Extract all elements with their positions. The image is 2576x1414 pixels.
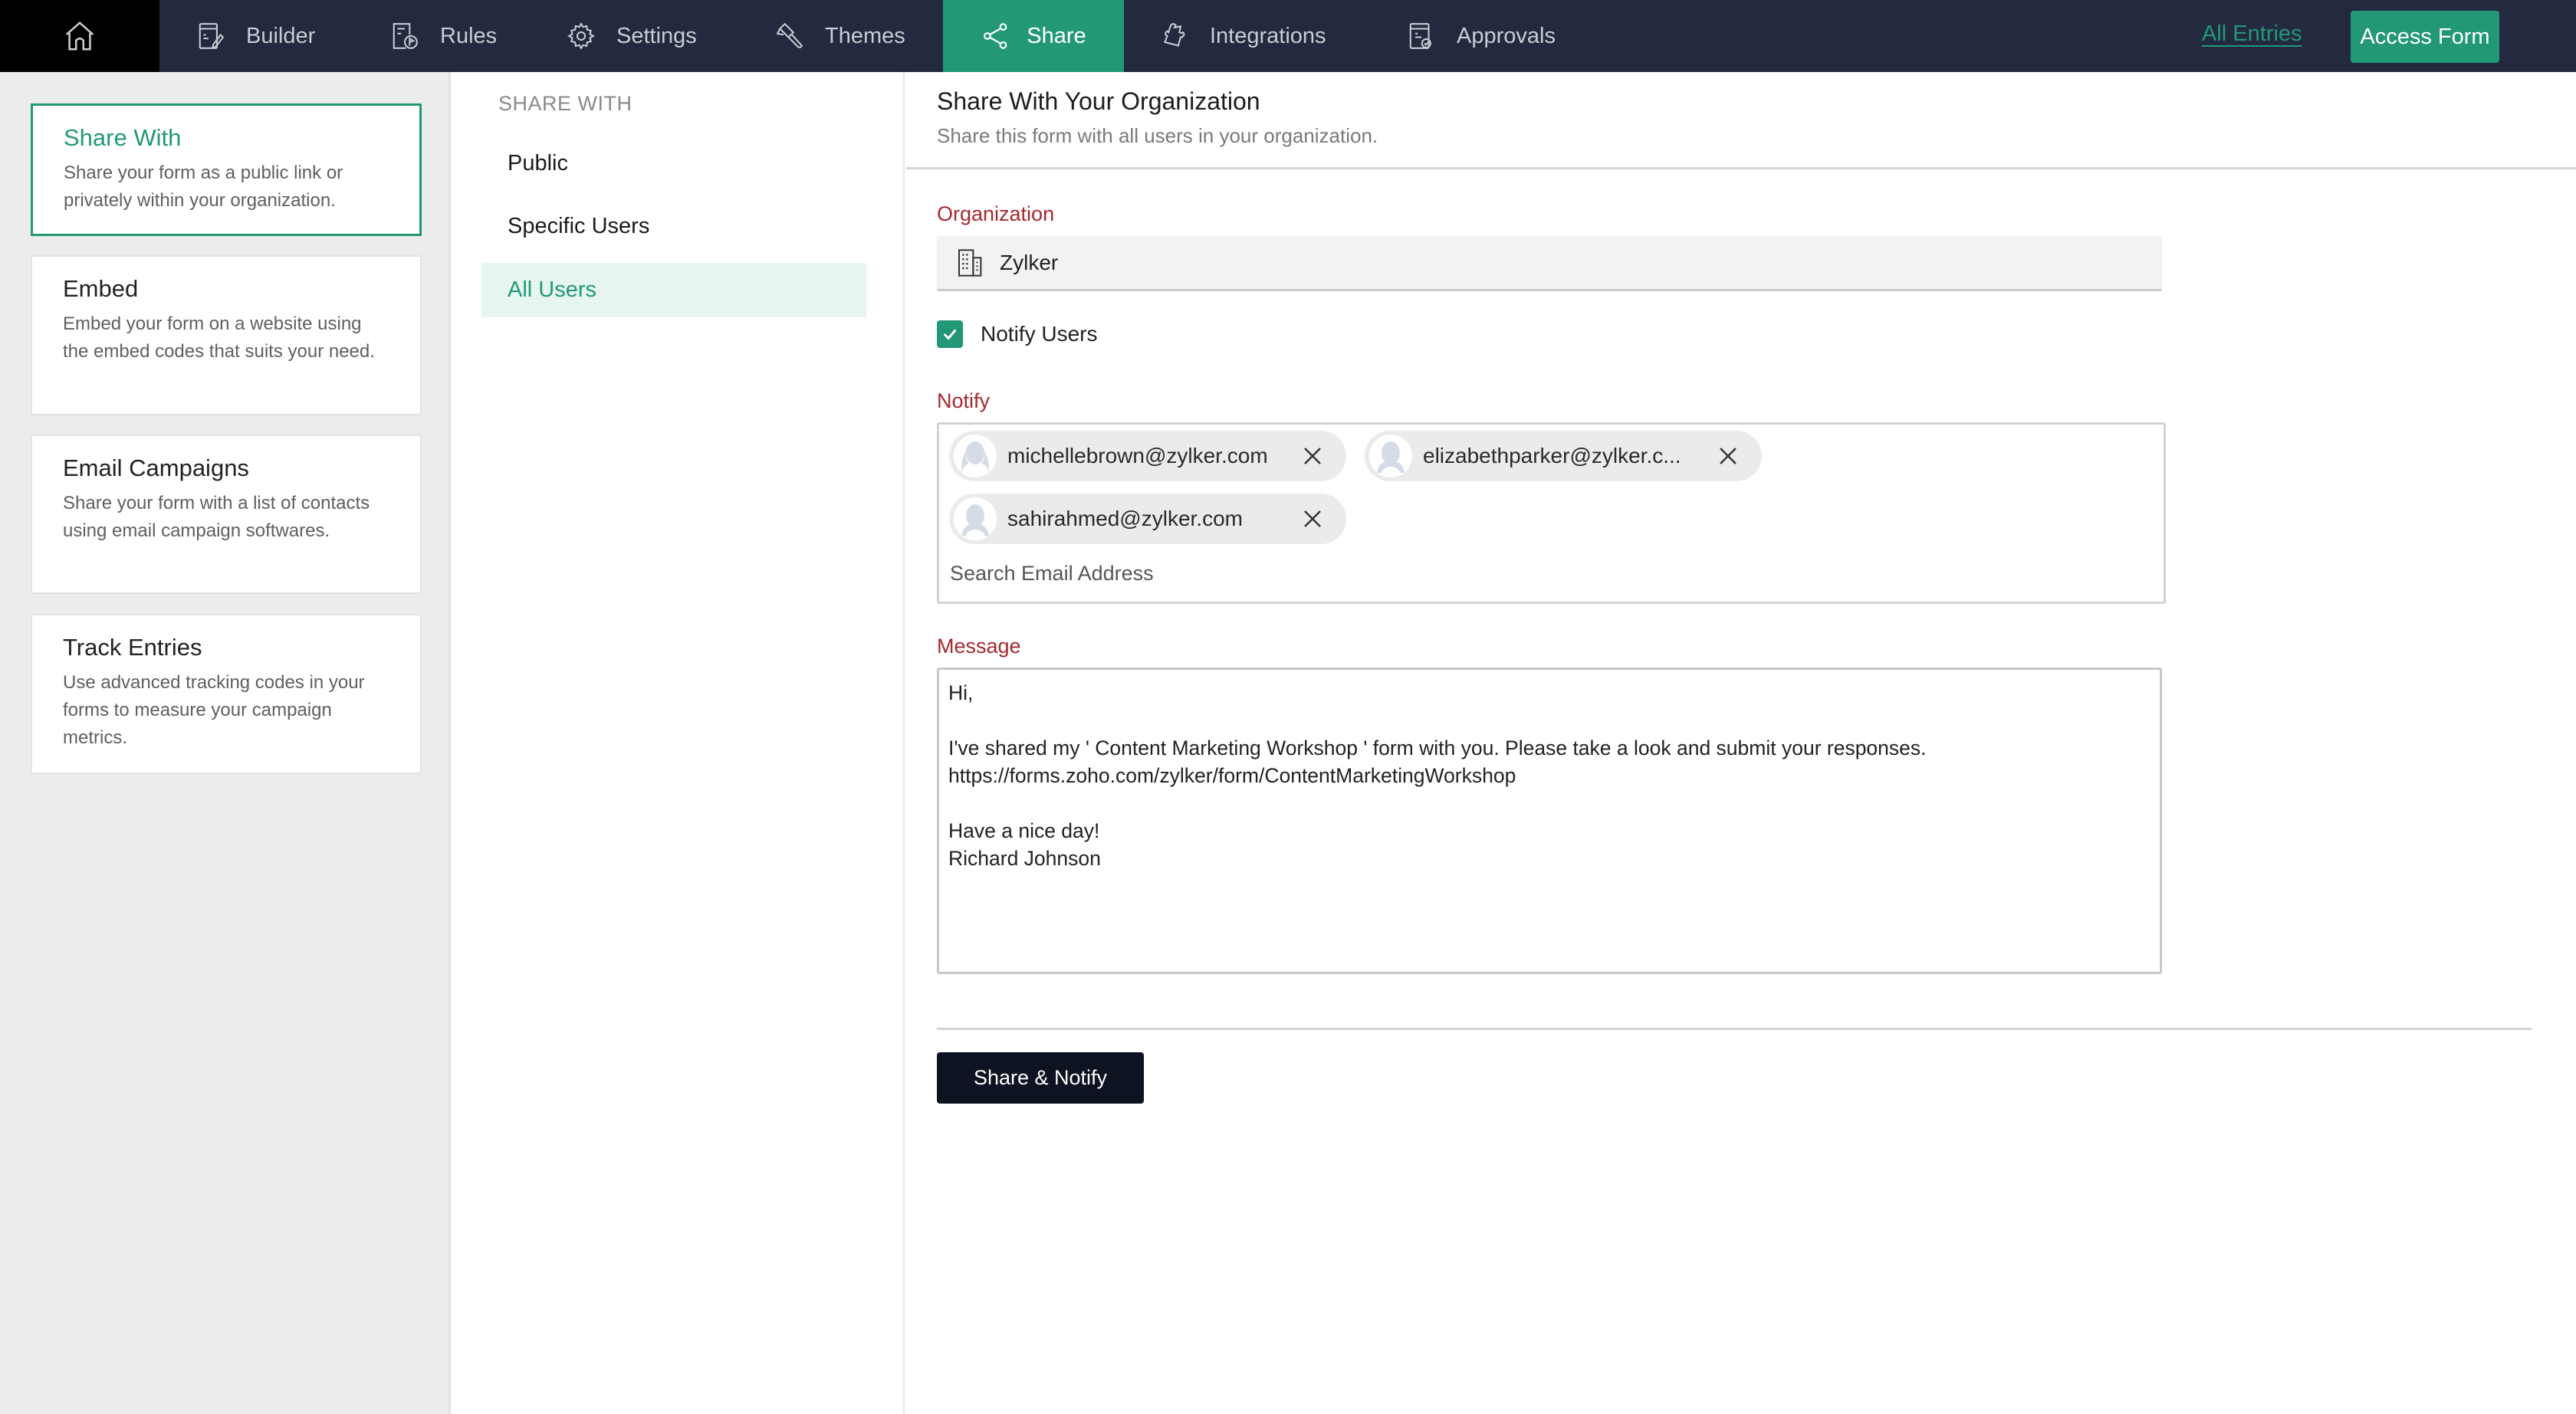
remove-recipient-button[interactable] [1713,441,1743,471]
user-avatar-icon [954,497,997,540]
puzzle-icon [1159,21,1190,51]
user-avatar-icon [1369,435,1412,477]
avatar [954,435,997,477]
nav-approvals[interactable]: Approvals [1406,0,1556,72]
nav-settings-label: Settings [616,23,697,48]
message-textarea[interactable] [937,668,2162,974]
card-title: Embed [63,275,139,302]
card-title: Track Entries [63,634,202,661]
rules-icon [389,21,420,51]
nav-rules[interactable]: Rules [389,0,497,72]
user-avatar-icon [954,435,997,477]
remove-recipient-button[interactable] [1297,504,1328,534]
remove-recipient-button[interactable] [1297,441,1328,471]
share-with-options: SHARE WITH Public Specific Users All Use… [453,72,905,1414]
nav-themes-label: Themes [825,23,905,48]
organization-field: Zylker [937,236,2162,291]
card-description: Share your form as a public link or priv… [64,162,343,211]
option-public[interactable]: Public [481,136,866,191]
recipient-chip: elizabethparker@zylker.c... [1365,431,1762,481]
paint-brush-icon [774,21,805,51]
sidebar-card-email-campaigns[interactable]: Email Campaigns Share your form with a l… [31,435,422,594]
nav-settings[interactable]: Settings [566,0,697,72]
share-options-sidebar: Share With Share your form as a public l… [0,72,451,1414]
nav-share-label: Share [1027,23,1086,48]
nav-builder[interactable]: Builder [196,0,315,72]
sidebar-card-share-with[interactable]: Share With Share your form as a public l… [31,103,422,236]
option-specific-users[interactable]: Specific Users [481,199,866,254]
nav-rules-label: Rules [440,23,498,48]
top-navigation-bar: Builder Rules Settings Themes Share Inte… [0,0,2576,72]
close-icon [1720,448,1737,464]
recipient-email: michellebrown@zylker.com [1007,444,1268,468]
all-entries-link[interactable]: All Entries [2202,21,2302,47]
notify-users-label: Notify Users [981,322,1098,346]
card-title: Email Campaigns [63,454,249,481]
recipient-email: elizabethparker@zylker.c... [1423,444,1681,468]
organization-value: Zylker [1000,250,1059,274]
notify-label: Notify [937,389,991,412]
nav-themes[interactable]: Themes [774,0,905,72]
building-icon [955,248,986,278]
card-description: Share your form with a list of contacts … [63,493,370,541]
card-description: Embed your form on a website using the e… [63,313,375,362]
sidebar-card-embed[interactable]: Embed Embed your form on a website using… [31,255,422,415]
avatar [954,497,997,540]
header-divider [906,167,2576,169]
nav-integrations[interactable]: Integrations [1159,0,1326,72]
nav-integrations-label: Integrations [1210,23,1326,48]
nav-approvals-label: Approvals [1457,23,1556,48]
share-and-notify-button[interactable]: Share & Notify [937,1052,1144,1104]
page-subtitle: Share this form with all users in your o… [937,124,1378,147]
page-title: Share With Your Organization [937,87,1260,115]
notify-recipients-field[interactable]: michellebrown@zylker.com elizabethparker… [937,422,2166,604]
recipient-chip: michellebrown@zylker.com [949,431,1346,481]
checkmark-icon [943,329,957,340]
builder-icon [196,21,226,51]
gear-icon [566,21,596,51]
share-with-heading: SHARE WITH [498,92,632,115]
option-all-users[interactable]: All Users [481,263,866,317]
close-icon [1304,510,1321,527]
recipient-chip: sahirahmed@zylker.com [949,494,1346,544]
search-email-input[interactable] [950,562,1717,586]
share-icon [981,21,1011,51]
access-form-button[interactable]: Access Form [2351,11,2499,63]
footer-divider [937,1028,2532,1030]
nav-share[interactable]: Share [943,0,1124,72]
approvals-icon [1406,21,1437,51]
nav-builder-label: Builder [246,23,316,48]
home-button[interactable] [0,0,159,72]
sidebar-card-track-entries[interactable]: Track Entries Use advanced tracking code… [31,614,422,774]
card-description: Use advanced tracking codes in your form… [63,672,365,748]
share-content-panel: Share With Your Organization Share this … [906,72,2576,1414]
card-title: Share With [64,124,182,151]
notify-users-row[interactable]: Notify Users [937,320,1097,348]
avatar [1369,435,1412,477]
close-icon [1304,448,1321,464]
recipient-email: sahirahmed@zylker.com [1007,507,1243,530]
home-icon [65,21,94,51]
notify-users-checkbox[interactable] [937,320,963,348]
message-label: Message [937,635,1021,658]
organization-label: Organization [937,202,1055,225]
